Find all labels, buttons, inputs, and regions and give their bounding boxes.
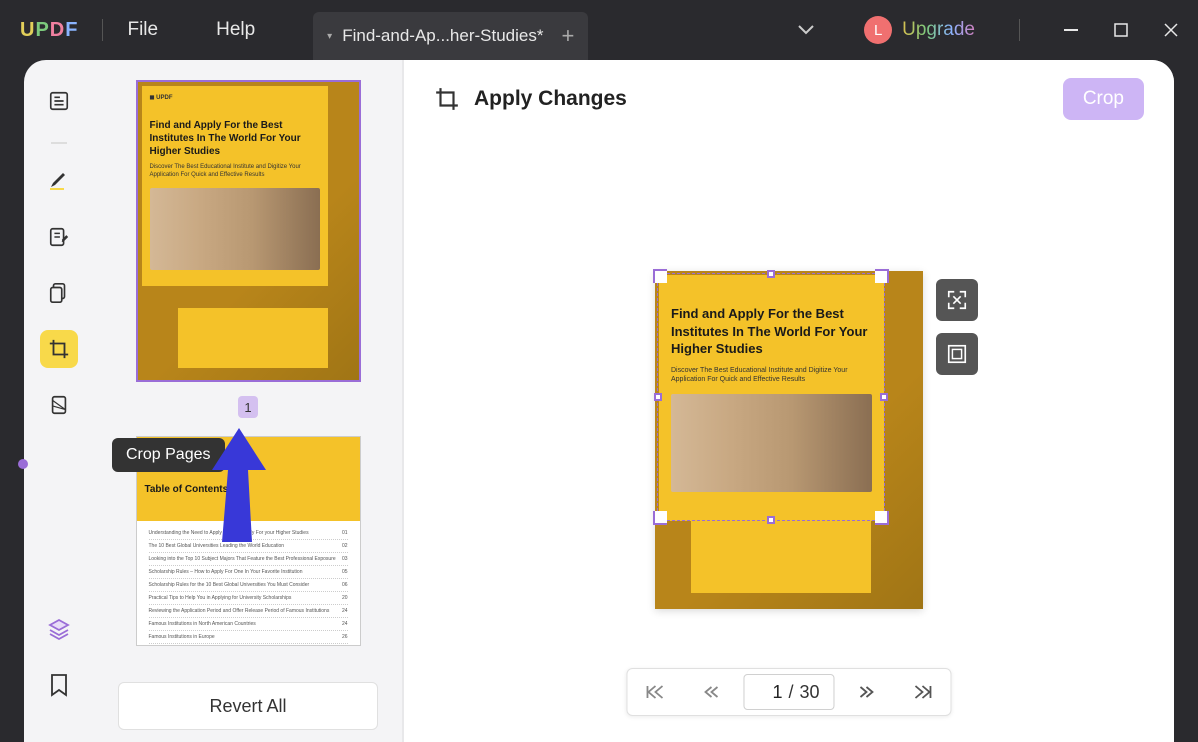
- toc-row: Looking into the Top 10 Subject Majors T…: [149, 553, 348, 566]
- page-thumbnail-1[interactable]: ◼ UPDF Find and Apply For the Best Insti…: [136, 80, 361, 382]
- crop-side-tools: [936, 279, 978, 375]
- main-area: Apply Changes Crop Find and Apply For th…: [404, 60, 1174, 742]
- toc-row: Scholarship Rules for the 10 Best Global…: [149, 579, 348, 592]
- watermark-tool-button[interactable]: [40, 386, 78, 424]
- thumb-image-placeholder: [150, 188, 320, 270]
- page-subtitle-text: Discover The Best Educational Institute …: [671, 366, 872, 384]
- page-title-text: Find and Apply For the Best Institutes I…: [671, 305, 872, 358]
- crop-button[interactable]: Crop: [1063, 78, 1144, 120]
- divider: [1019, 19, 1020, 41]
- layers-panel-button[interactable]: [40, 610, 78, 648]
- document-tab[interactable]: ▾ Find-and-Ap...her-Studies* +: [313, 12, 588, 60]
- apply-changes-title: Apply Changes: [474, 87, 627, 111]
- thumbnail-panel: ◼ UPDF Find and Apply For the Best Insti…: [94, 60, 404, 742]
- toc-row: Reviewing the Application Period and Off…: [149, 605, 348, 618]
- next-page-button[interactable]: [839, 669, 895, 715]
- fit-selection-button[interactable]: [936, 279, 978, 321]
- canvas-area[interactable]: Find and Apply For the Best Institutes I…: [404, 138, 1174, 742]
- tab-dropdown-icon[interactable]: ▾: [327, 31, 332, 42]
- thumb-title: Find and Apply For the Best Institutes I…: [150, 119, 320, 158]
- divider: [102, 19, 103, 41]
- toc-row: The 10 Best Global Universities Leading …: [149, 540, 348, 553]
- last-page-button[interactable]: [895, 669, 951, 715]
- minimize-button[interactable]: [1064, 29, 1078, 31]
- current-page-input[interactable]: [758, 682, 782, 703]
- toc-row: Scholarship Rules – How to Apply For One…: [149, 566, 348, 579]
- maximize-button[interactable]: [1114, 23, 1128, 37]
- prev-page-button[interactable]: [683, 669, 739, 715]
- reader-tool-button[interactable]: [40, 82, 78, 120]
- close-button[interactable]: [1164, 23, 1178, 37]
- organize-tool-button[interactable]: [40, 274, 78, 312]
- crop-ratio-button[interactable]: [936, 333, 978, 375]
- crop-tool-button[interactable]: [40, 330, 78, 368]
- app-logo: UPDF: [20, 19, 78, 42]
- bookmark-panel-button[interactable]: [40, 666, 78, 704]
- thumb-subtitle: Discover The Best Educational Institute …: [150, 164, 320, 180]
- page-image-placeholder: [671, 394, 872, 492]
- main-header: Apply Changes Crop: [404, 60, 1174, 138]
- page-number-badge: 1: [238, 396, 258, 418]
- toc-row: Practical Tips to Help You in Applying f…: [149, 592, 348, 605]
- workspace: Crop Pages ◼ UPDF Find and Apply For the…: [24, 60, 1174, 742]
- toc-row: Famous Institutions in Europe26: [149, 631, 348, 644]
- upgrade-button[interactable]: Upgrade: [902, 19, 975, 41]
- new-tab-button[interactable]: +: [561, 23, 574, 49]
- toc-body: Understanding the Need to Apply Internat…: [137, 521, 360, 646]
- page-separator: /: [788, 682, 793, 703]
- page-navigator: / 30: [626, 668, 951, 716]
- menu-file[interactable]: File: [127, 19, 158, 41]
- menu-help[interactable]: Help: [216, 19, 255, 41]
- toc-row: Understanding the Need to Apply Internat…: [149, 527, 348, 540]
- edit-tool-button[interactable]: [40, 218, 78, 256]
- vertical-toolbar: [24, 60, 94, 742]
- page-input-box: / 30: [743, 674, 834, 710]
- first-page-button[interactable]: [627, 669, 683, 715]
- crop-pages-tooltip: Crop Pages: [112, 438, 225, 472]
- toc-heading: Table of Contents: [145, 484, 352, 495]
- toc-row: Famous Institutions in North American Co…: [149, 618, 348, 631]
- page-total: 30: [799, 682, 819, 703]
- revert-all-button[interactable]: Revert All: [118, 682, 378, 730]
- toolbar-divider: [51, 142, 67, 144]
- user-avatar[interactable]: L: [864, 16, 892, 44]
- tab-title: Find-and-Ap...her-Studies*: [342, 26, 543, 46]
- thumb-logo: ◼ UPDF: [150, 94, 320, 101]
- titlebar: UPDF File Help ▾ Find-and-Ap...her-Studi…: [0, 0, 1198, 60]
- tabs-overflow-icon[interactable]: [798, 25, 814, 35]
- crop-header-icon: [434, 86, 460, 112]
- thumb-block: [178, 308, 328, 368]
- highlighter-tool-button[interactable]: [40, 162, 78, 200]
- page-preview[interactable]: Find and Apply For the Best Institutes I…: [655, 271, 923, 609]
- page-block: [691, 519, 871, 593]
